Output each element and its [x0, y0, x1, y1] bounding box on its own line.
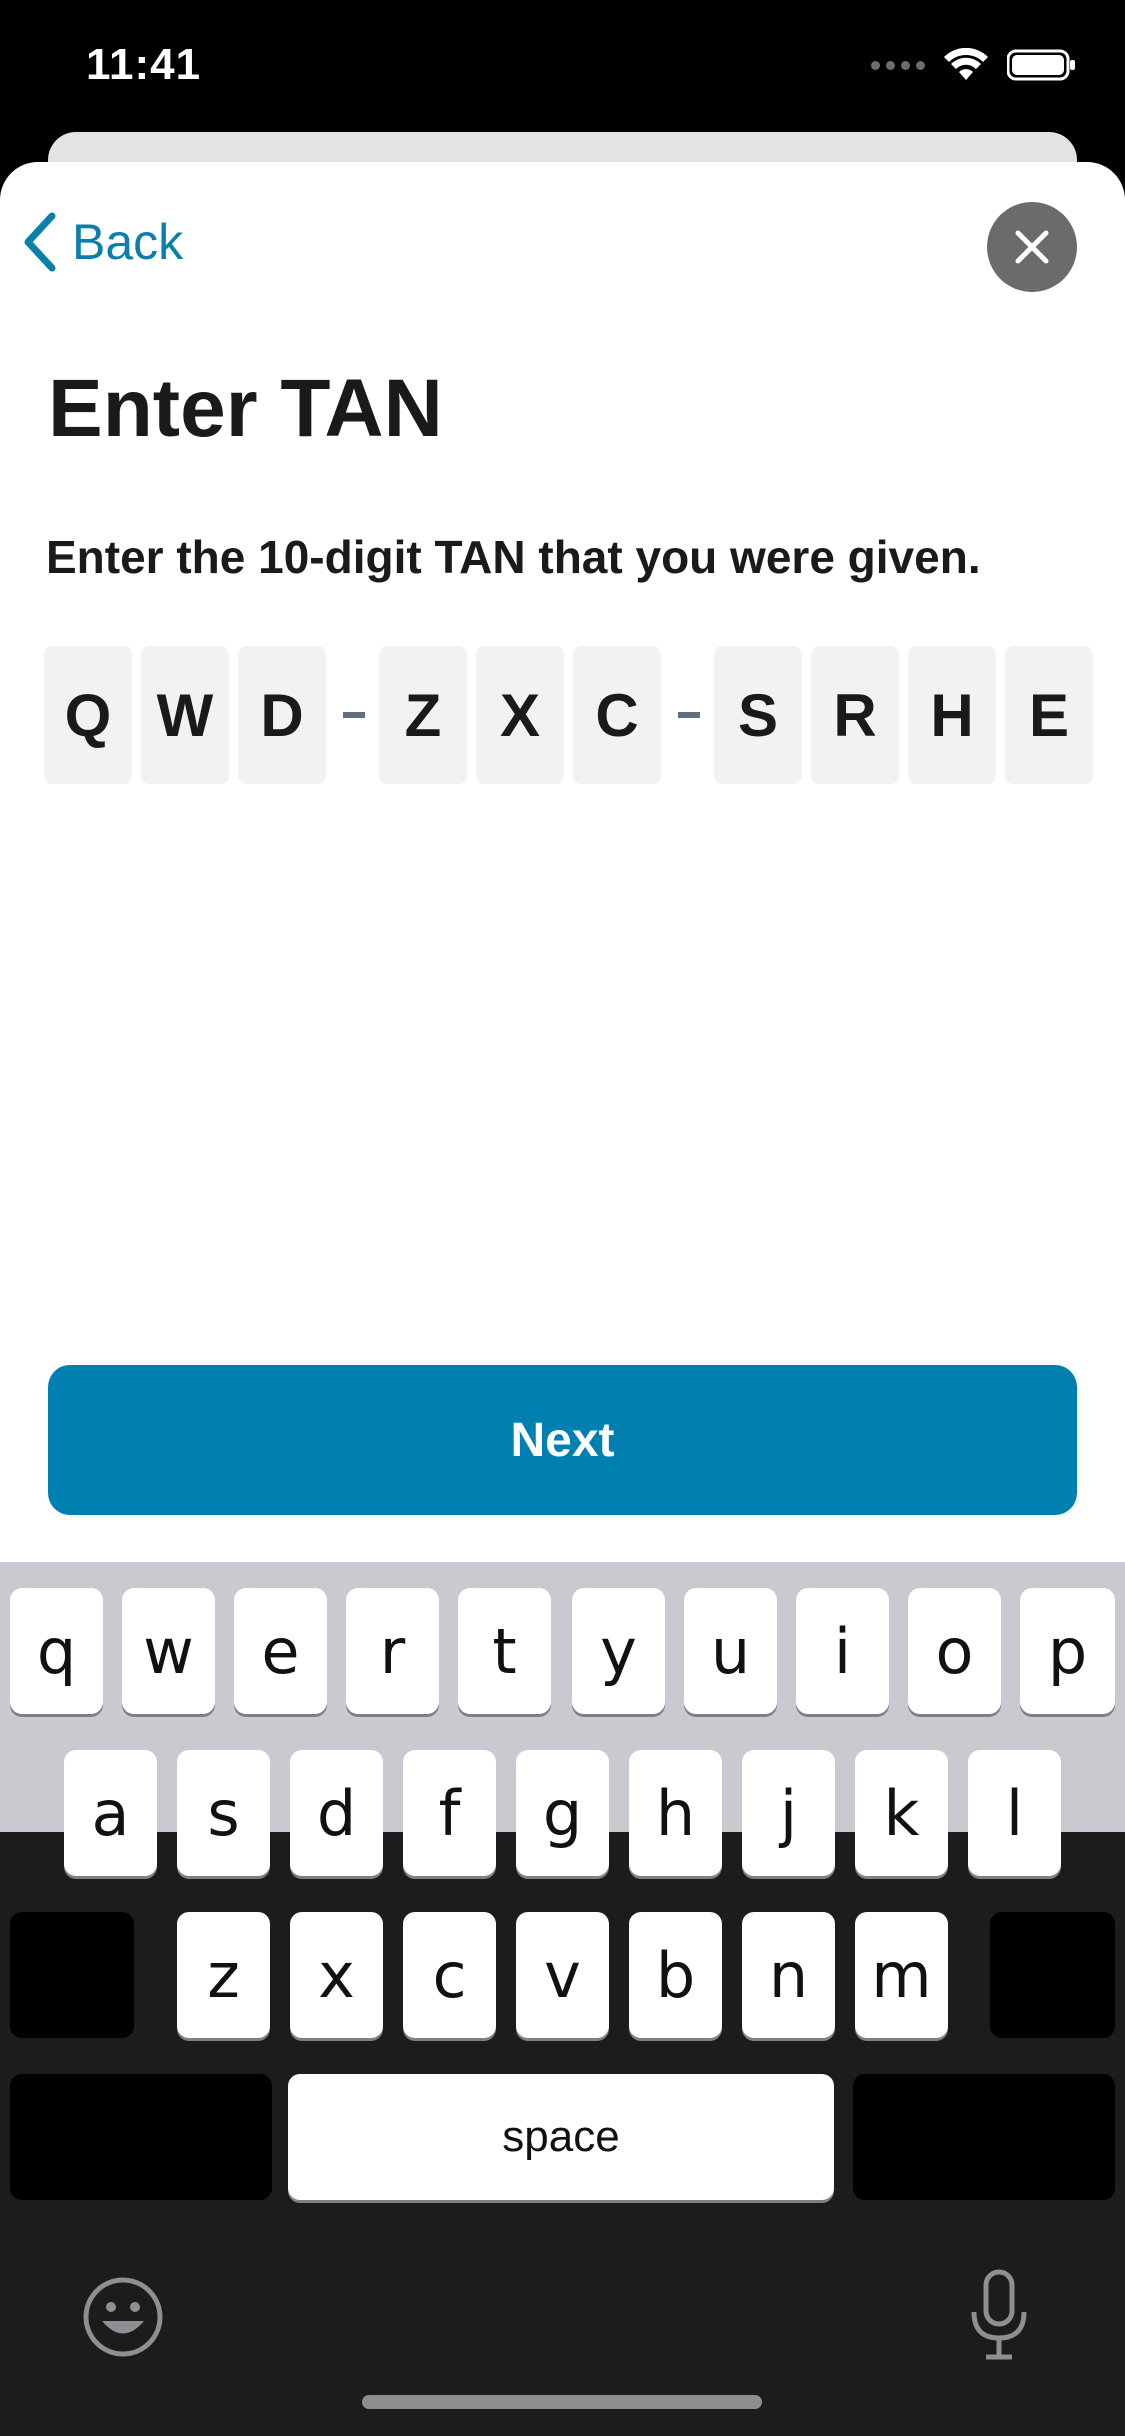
- close-button[interactable]: [987, 202, 1077, 292]
- key-d[interactable]: d: [290, 1750, 383, 1876]
- tan-separator: [670, 712, 708, 718]
- page-title: Enter TAN: [48, 363, 443, 454]
- return-key[interactable]: [853, 2074, 1115, 2200]
- key-x[interactable]: x: [290, 1912, 383, 2038]
- status-time: 11:41: [86, 40, 202, 89]
- delete-key[interactable]: [990, 1912, 1115, 2038]
- next-button[interactable]: Next: [48, 1365, 1077, 1515]
- keyboard: q w e r t y u i o p a s d f g h j k l z …: [0, 1562, 1125, 2436]
- battery-icon: [1007, 49, 1075, 81]
- key-f[interactable]: f: [403, 1750, 496, 1876]
- chevron-left-icon: [24, 212, 56, 272]
- key-e[interactable]: e: [234, 1588, 327, 1714]
- space-key[interactable]: space: [288, 2074, 834, 2200]
- tan-char-6[interactable]: C: [573, 646, 661, 784]
- tan-char-1[interactable]: Q: [44, 646, 132, 784]
- status-icons: [871, 48, 1077, 82]
- key-m[interactable]: m: [855, 1912, 948, 2038]
- tan-char-9[interactable]: H: [908, 646, 996, 784]
- key-k[interactable]: k: [855, 1750, 948, 1876]
- key-o[interactable]: o: [908, 1588, 1001, 1714]
- home-indicator[interactable]: [362, 2395, 762, 2409]
- key-n[interactable]: n: [742, 1912, 835, 2038]
- tan-input[interactable]: Q W D Z X C S R H E: [44, 646, 1102, 784]
- key-g[interactable]: g: [516, 1750, 609, 1876]
- shift-key[interactable]: [10, 1912, 134, 2038]
- status-bar: 11:41: [0, 0, 1125, 140]
- tan-char-8[interactable]: R: [811, 646, 899, 784]
- key-h[interactable]: h: [629, 1750, 722, 1876]
- tan-char-2[interactable]: W: [141, 646, 229, 784]
- key-u[interactable]: u: [684, 1588, 777, 1714]
- key-q[interactable]: q: [10, 1588, 103, 1714]
- tan-char-4[interactable]: Z: [379, 646, 467, 784]
- tan-char-3[interactable]: D: [238, 646, 326, 784]
- key-c[interactable]: c: [403, 1912, 496, 2038]
- modal-sheet: Back Enter TAN Enter the 10-digit TAN th…: [0, 162, 1125, 1562]
- microphone-icon[interactable]: [968, 2268, 1030, 2362]
- emoji-icon[interactable]: [82, 2276, 164, 2358]
- back-button[interactable]: Back: [22, 212, 183, 272]
- key-l[interactable]: l: [968, 1750, 1061, 1876]
- key-b[interactable]: b: [629, 1912, 722, 2038]
- key-p[interactable]: p: [1020, 1588, 1115, 1714]
- back-label: Back: [72, 214, 184, 270]
- key-j[interactable]: j: [742, 1750, 835, 1876]
- instructions-text: Enter the 10-digit TAN that you were giv…: [46, 531, 981, 583]
- key-z[interactable]: z: [177, 1912, 270, 2038]
- key-w[interactable]: w: [122, 1588, 215, 1714]
- signal-icon: [871, 60, 925, 70]
- key-y[interactable]: y: [572, 1588, 665, 1714]
- close-icon: [1015, 230, 1049, 264]
- key-t[interactable]: t: [458, 1588, 551, 1714]
- key-a[interactable]: a: [64, 1750, 157, 1876]
- key-r[interactable]: r: [346, 1588, 439, 1714]
- key-s[interactable]: s: [177, 1750, 270, 1876]
- tan-char-7[interactable]: S: [714, 646, 802, 784]
- key-v[interactable]: v: [516, 1912, 609, 2038]
- wifi-icon: [944, 48, 988, 80]
- tan-char-10[interactable]: E: [1005, 646, 1093, 784]
- tan-separator: [335, 712, 373, 718]
- key-i[interactable]: i: [796, 1588, 889, 1714]
- tan-char-5[interactable]: X: [476, 646, 564, 784]
- numbers-key[interactable]: [10, 2074, 272, 2200]
